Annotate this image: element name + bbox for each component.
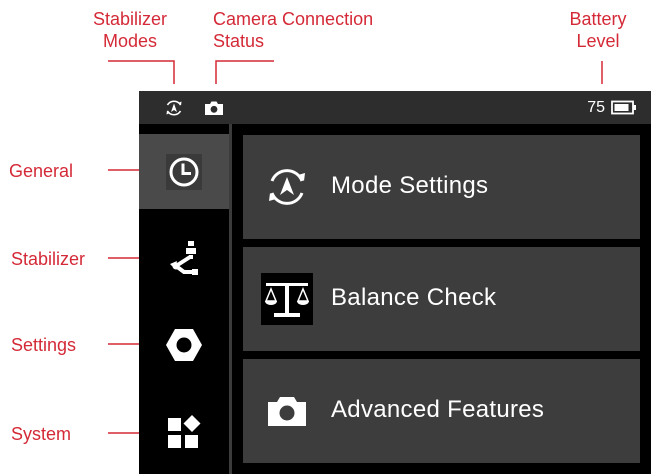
mode-settings-label: Mode Settings (331, 172, 489, 199)
camera-icon (268, 397, 306, 426)
annotation-general: General (9, 161, 74, 181)
advanced-features-label: Advanced Features (331, 396, 545, 423)
menu-icon-wrapper (261, 385, 313, 437)
annotation-system: System (11, 424, 72, 444)
annotation-stabilizer-modes: Stabilizer Modes (92, 9, 168, 51)
sidebar-divider (229, 124, 232, 474)
mode-settings-button[interactable]: Mode Settings (243, 135, 640, 239)
clock-icon (166, 153, 202, 190)
sidebar-item-stabilizer[interactable] (139, 221, 229, 296)
hexagon-icon (166, 328, 202, 361)
balance-icon (261, 273, 313, 325)
battery-icon (611, 100, 636, 115)
sidebar-item-general[interactable] (139, 134, 229, 209)
sidebar-item-settings[interactable] (139, 307, 229, 382)
annotation-battery-level: Battery Level (569, 9, 627, 51)
balance-check-button[interactable]: Balance Check (243, 247, 640, 351)
camera-connection-icon (205, 101, 223, 115)
balance-check-label: Balance Check (331, 284, 497, 311)
annotation-settings: Settings (11, 335, 77, 355)
gimbal-icon (170, 240, 198, 275)
stabilizer-mode-icon (166, 100, 182, 116)
advanced-features-button[interactable]: Advanced Features (243, 359, 640, 463)
sidebar (139, 124, 229, 474)
mode-cycle-icon (269, 169, 305, 205)
apps-icon (168, 414, 201, 448)
menu-icon-wrapper (261, 273, 313, 325)
annotation-stabilizer: Stabilizer (11, 249, 86, 269)
status-bar: 75 (139, 91, 651, 124)
device-screen: 75 Mode Settings Balance Check Advanced … (139, 91, 651, 474)
sidebar-item-system[interactable] (139, 394, 229, 469)
battery-percentage: 75 (587, 99, 605, 116)
menu-icon-wrapper (261, 161, 313, 213)
annotation-camera-connection: Camera Connection Status (213, 9, 374, 51)
